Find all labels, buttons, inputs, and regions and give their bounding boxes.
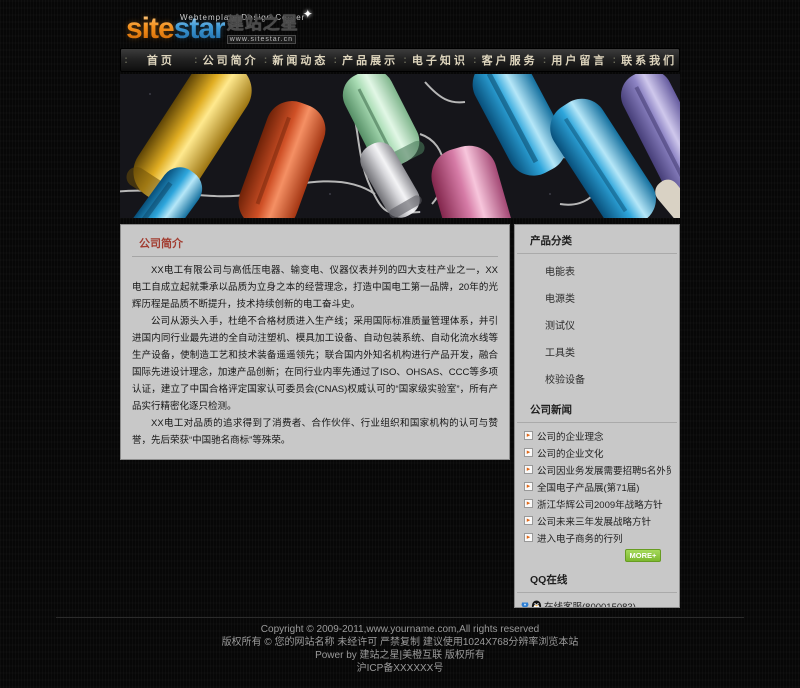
news-item-label: 公司因业务发展需要招聘5名外贸... <box>537 463 671 477</box>
news-bullet-icon: ▸ <box>524 431 533 440</box>
sidebar: 产品分类 电能表 电源类 测试仪 工具类 校验设备 公司新闻 ▸ 公司的企业理念 … <box>514 224 680 608</box>
category-item-calibration[interactable]: 校验设备 <box>515 365 679 392</box>
news-bullet-icon: ▸ <box>524 533 533 542</box>
nav-item-knowledge[interactable]: 电子知识 <box>410 52 470 68</box>
news-more-button[interactable]: MORE+ <box>625 549 661 562</box>
footer-powered-by-line: Power by 建站之星|美橙互联 版权所有 <box>56 649 744 662</box>
news-item-label: 进入电子商务的行列 <box>537 531 623 545</box>
nav-separator: : <box>400 55 410 66</box>
news-item[interactable]: ▸ 公司未来三年发展战略方针 <box>524 512 671 529</box>
news-item[interactable]: ▸ 进入电子商务的行列 <box>524 529 671 546</box>
nav-item-company[interactable]: 公司简介 <box>201 52 261 68</box>
site-header: Webtemplate Design Center sitestar ✦ 建站之… <box>120 0 680 48</box>
logo-url: www.sitestar.cn <box>227 35 296 44</box>
nav-item-contact[interactable]: 联系我们 <box>619 52 679 68</box>
company-news-title: 公司新闻 <box>517 394 677 423</box>
news-bullet-icon: ▸ <box>524 516 533 525</box>
news-item[interactable]: ▸ 公司的企业理念 <box>524 427 671 444</box>
category-item-tools[interactable]: 工具类 <box>515 338 679 365</box>
news-item-label: 浙江华辉公司2009年战略方针 <box>537 497 663 511</box>
sitestar-logo[interactable]: Webtemplate Design Center sitestar ✦ 建站之… <box>120 14 680 44</box>
main-nav: :首页 :公司简介 :新闻动态 :产品展示 :电子知识 :客户服务 :用户留言 … <box>120 48 680 72</box>
footer-rights-line: 版权所有 © 您的网站名称 未经许可 严禁复制 建议使用1024X768分辨率浏… <box>56 636 744 649</box>
nav-separator: : <box>540 55 550 66</box>
company-news-list: ▸ 公司的企业理念 ▸ 公司的企业文化 ▸ 公司因业务发展需要招聘5名外贸... ▸ 全… <box>515 423 679 562</box>
main-content-row: 公司简介 XX电工有限公司与高低压电器、输变电、仪器仪表并列的四大支柱产业之一，… <box>120 224 680 608</box>
nav-cell: :用户留言 <box>540 49 610 71</box>
nav-item-home[interactable]: 首页 <box>131 52 191 68</box>
nav-separator: : <box>470 55 480 66</box>
qq-service-link[interactable]: 在线客服(800015083) <box>521 597 673 608</box>
category-item-energy-meter[interactable]: 电能表 <box>515 257 679 284</box>
nav-separator: : <box>609 55 619 66</box>
news-item-label: 全国电子产品展(第71届) <box>537 480 639 494</box>
news-item[interactable]: ▸ 浙江华辉公司2009年战略方针 <box>524 495 671 512</box>
company-intro-panel: 公司简介 XX电工有限公司与高低压电器、输变电、仪器仪表并列的四大支柱产业之一，… <box>120 224 510 460</box>
nav-item-products[interactable]: 产品展示 <box>340 52 400 68</box>
page-container: Webtemplate Design Center sitestar ✦ 建站之… <box>120 0 680 608</box>
nav-separator: : <box>261 55 271 66</box>
nav-item-news[interactable]: 新闻动态 <box>271 52 331 68</box>
news-item[interactable]: ▸ 公司的企业文化 <box>524 444 671 461</box>
news-item[interactable]: ▸ 公司因业务发展需要招聘5名外贸... <box>524 461 671 478</box>
company-intro-title: 公司简介 <box>132 231 498 257</box>
logo-word-site: site <box>126 12 174 45</box>
intro-paragraph: 公司从源头入手，杜绝不合格材质进入生产线；采用国际标准质量管理体系，并引进国内同… <box>132 313 498 415</box>
logo-chinese-name: 建站之星 <box>227 14 299 33</box>
hero-banner-capacitors-image <box>120 74 680 218</box>
category-item-power-supply[interactable]: 电源类 <box>515 284 679 311</box>
nav-cell: :电子知识 <box>400 49 470 71</box>
footer-copyright-line: Copyright © 2009-2011,www.yourname.com,A… <box>56 623 744 636</box>
intro-paragraph: XX电工对品质的追求得到了消费者、合作伙伴、行业组织和国家机构的认可与赞誉，先后… <box>132 415 498 449</box>
page-footer: Copyright © 2009-2011,www.yourname.com,A… <box>56 617 744 675</box>
nav-cell: :新闻动态 <box>261 49 331 71</box>
qq-online-title: QQ在线 <box>517 564 677 593</box>
nav-cell: :客户服务 <box>470 49 540 71</box>
news-item[interactable]: ▸ 全国电子产品展(第71届) <box>524 478 671 495</box>
nav-cell: :产品展示 <box>330 49 400 71</box>
nav-item-message[interactable]: 用户留言 <box>550 52 610 68</box>
sparkle-icon: ✦ <box>303 7 313 21</box>
news-item-label: 公司的企业理念 <box>537 429 604 443</box>
qq-service-label: 在线客服(800015083) <box>544 599 636 608</box>
nav-cell: :联系我们 <box>609 49 679 71</box>
logo-chinese-block: ✦ 建站之星 www.sitestar.cn <box>227 15 313 44</box>
nav-cell: :公司简介 <box>191 49 261 71</box>
news-item-label: 公司未来三年发展战略方针 <box>537 514 651 528</box>
news-bullet-icon: ▸ <box>524 499 533 508</box>
intro-paragraph: XX电工有限公司与高低压电器、输变电、仪器仪表并列的四大支柱产业之一，XX电工自… <box>132 262 498 313</box>
product-categories-title: 产品分类 <box>517 225 677 254</box>
qq-penguin-icon <box>531 600 542 608</box>
news-item-label: 公司的企业文化 <box>537 446 604 460</box>
nav-item-service[interactable]: 客户服务 <box>480 52 540 68</box>
nav-separator: : <box>330 55 340 66</box>
qq-online-list: 在线客服(800015083) 在线客服(800015083) <box>515 593 679 608</box>
footer-icp-line: 沪ICP备XXXXXX号 <box>56 662 744 675</box>
nav-separator: : <box>121 55 131 66</box>
nav-separator: : <box>191 55 201 66</box>
qq-bubble-icon <box>521 602 529 609</box>
news-bullet-icon: ▸ <box>524 482 533 491</box>
category-item-tester[interactable]: 测试仪 <box>515 311 679 338</box>
news-bullet-icon: ▸ <box>524 465 533 474</box>
nav-cell: :首页 <box>121 49 191 71</box>
product-category-list: 电能表 电源类 测试仪 工具类 校验设备 <box>515 254 679 394</box>
news-bullet-icon: ▸ <box>524 448 533 457</box>
